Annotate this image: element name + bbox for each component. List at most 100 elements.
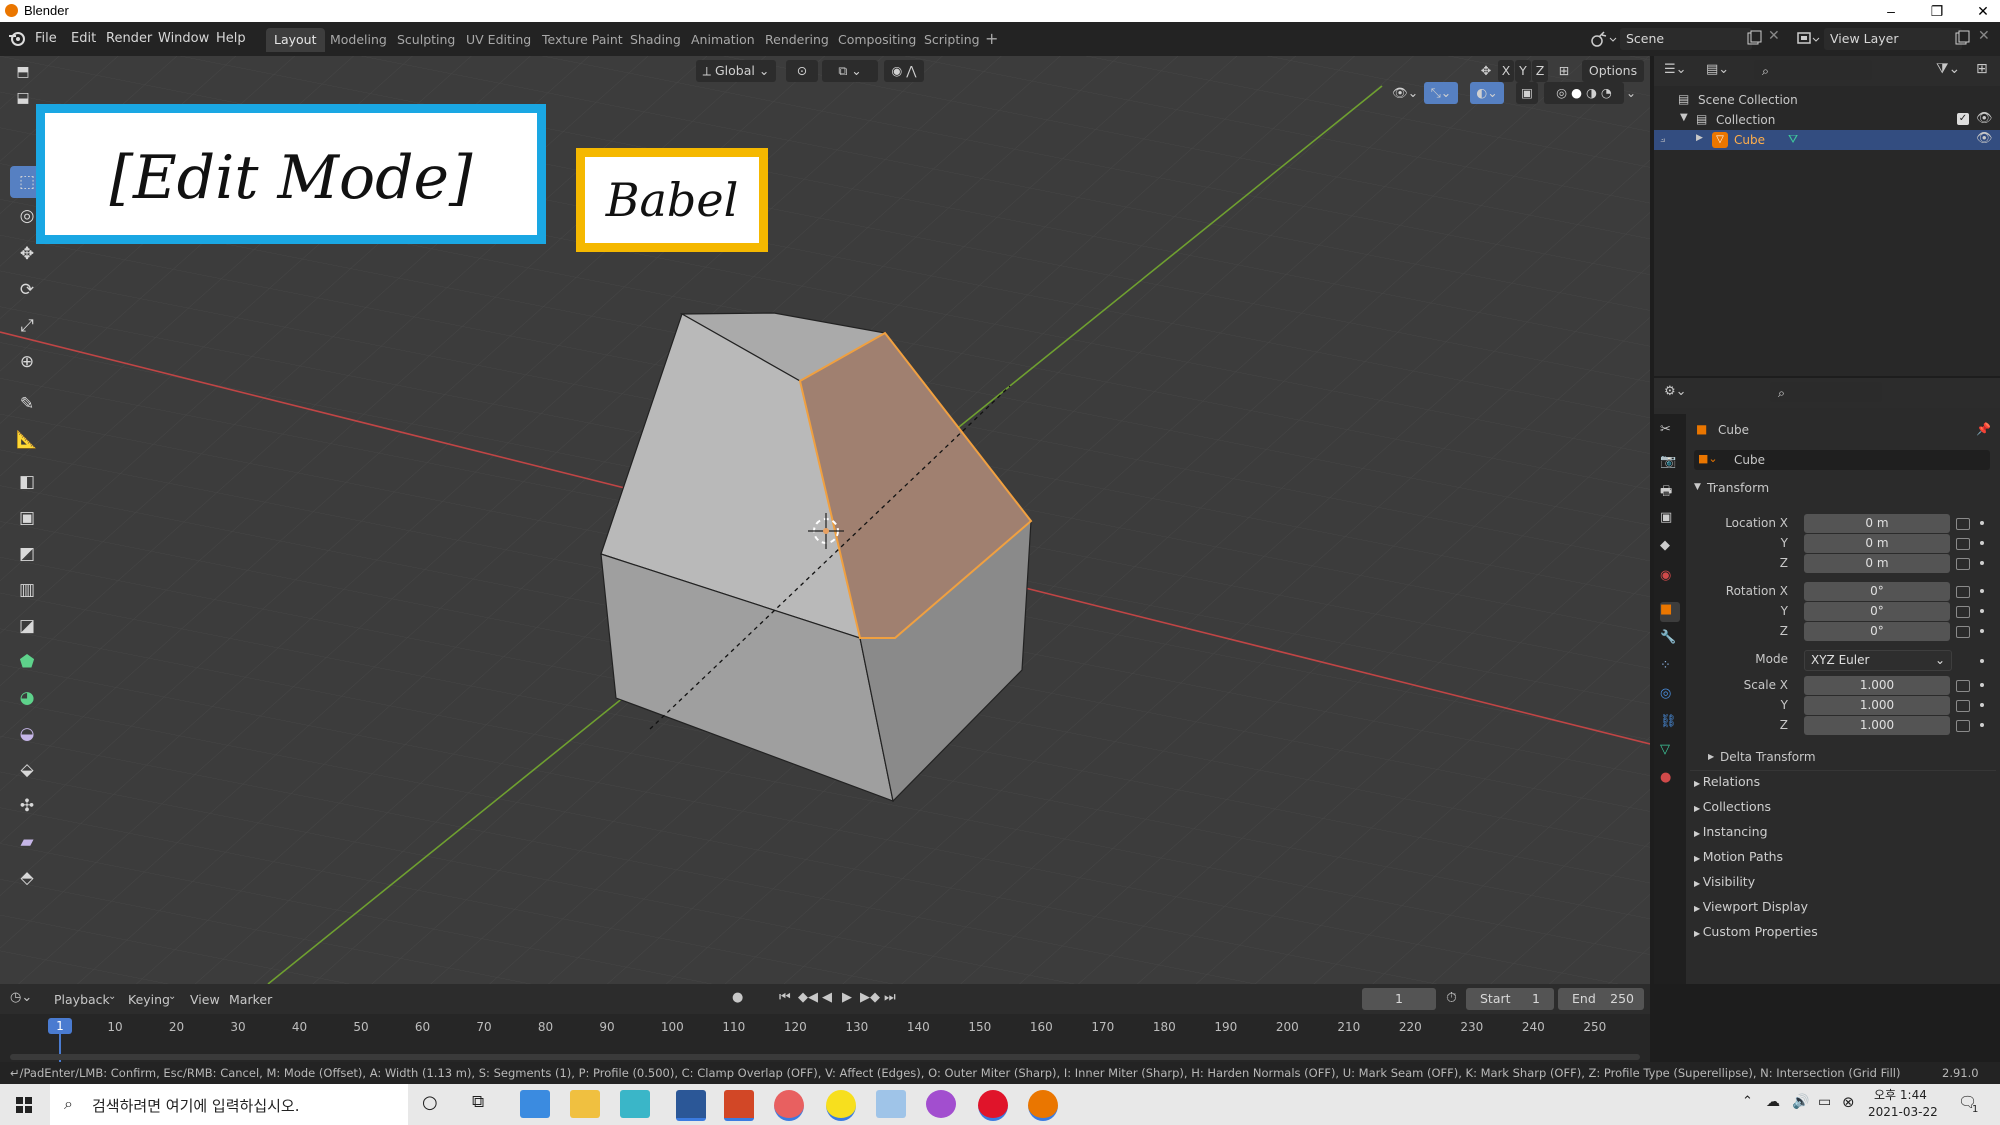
annotate-icon[interactable]: ✎ — [10, 388, 44, 420]
collections-section[interactable]: Collections — [1703, 799, 1771, 814]
view-layer-field[interactable]: View Layer — [1824, 28, 1962, 50]
lock-icon[interactable] — [1956, 700, 1970, 712]
relations-section[interactable]: Relations — [1703, 774, 1760, 789]
view-mode-icon[interactable]: ⬓ — [10, 86, 36, 110]
material-shading-icon[interactable]: ◑ — [1586, 85, 1597, 100]
keyframe-dot-icon[interactable] — [1980, 723, 1984, 727]
start-frame-field[interactable]: Start 1 — [1466, 988, 1554, 1010]
visibility-eye-icon[interactable]: 👁 — [1976, 111, 1993, 126]
file-explorer-app-icon[interactable] — [570, 1090, 600, 1118]
object-datablock-field[interactable]: ■⌄ Cube — [1694, 450, 1990, 470]
scale-icon[interactable]: ⤢ — [10, 310, 44, 342]
display-icon[interactable]: ▭ — [1818, 1094, 1831, 1110]
lock-icon[interactable] — [1956, 626, 1970, 638]
tab-modeling[interactable]: Modeling — [322, 28, 395, 52]
exclude-checkbox[interactable]: ✓ — [1957, 113, 1969, 125]
visibility-section[interactable]: Visibility — [1703, 874, 1755, 889]
volume-icon[interactable]: 🔊 — [1792, 1094, 1809, 1110]
outliner-row-cube[interactable]: ⟓ ▶ ▽ Cube ⛛ 👁 — [1654, 130, 2000, 150]
expand-icon[interactable]: ▶ — [1694, 779, 1703, 788]
mode-select-icon[interactable]: ⬒ — [10, 60, 36, 84]
transform-icon[interactable]: ⊕ — [10, 346, 44, 378]
scale-x-field[interactable]: 1.000 — [1804, 676, 1950, 695]
visibility-icon[interactable]: 👁⌄ — [1390, 82, 1420, 104]
outliner-row-collection[interactable]: ▼ ▤ Collection ✓ 👁 — [1654, 110, 2000, 130]
ime-icon[interactable]: ⊗ — [1842, 1093, 1855, 1111]
timeline-scrollbar[interactable] — [10, 1054, 1640, 1060]
play-icon[interactable]: ▶ — [842, 990, 852, 1005]
current-frame-field[interactable]: 1 — [1362, 988, 1436, 1010]
filter-icon[interactable]: ⧩⌄ — [1936, 61, 1960, 77]
jump-end-icon[interactable]: ⏭ — [884, 990, 896, 1005]
taskbar-search-box[interactable]: ⌕ 검색하려면 여기에 입력하십시오. — [50, 1084, 408, 1125]
gizmo-toggle-icon[interactable]: ✥ — [1476, 60, 1496, 82]
expand-icon[interactable]: ▶ — [1694, 929, 1703, 938]
record-icon[interactable]: ● — [732, 990, 743, 1005]
tray-overflow-icon[interactable]: ⌃ — [1742, 1094, 1753, 1109]
location-y-field[interactable]: 0 m — [1804, 534, 1950, 553]
rip-icon[interactable]: ⬘ — [10, 862, 44, 894]
timeline-editor-icon[interactable]: ◷⌄ — [10, 990, 32, 1005]
options-dropdown[interactable]: Options ⌄ — [1582, 60, 1644, 100]
rotation-x-field[interactable]: 0° — [1804, 582, 1950, 601]
opera-app-icon[interactable] — [978, 1090, 1008, 1121]
shrink-icon[interactable]: ✣ — [10, 790, 44, 822]
keyframe-dot-icon[interactable] — [1980, 629, 1984, 633]
playback-menu[interactable]: Playback — [54, 992, 110, 1007]
particles-tab-icon[interactable]: ⁘ — [1660, 658, 1680, 678]
lock-icon[interactable] — [1956, 680, 1970, 692]
properties-search-input[interactable]: ⌕ — [1770, 382, 1882, 402]
properties-editor-icon[interactable]: ⚙⌄ — [1664, 384, 1687, 399]
add-workspace-icon[interactable]: + — [985, 29, 998, 48]
scene-name-field[interactable]: Scene — [1620, 28, 1752, 50]
data-tab-icon[interactable]: ▽ — [1660, 742, 1680, 762]
scene-tab-icon[interactable]: ◆ — [1660, 538, 1680, 558]
task-view-icon[interactable]: ⧉ — [472, 1092, 484, 1112]
end-frame-field[interactable]: End 250 — [1558, 988, 1644, 1010]
prev-keyframe-icon[interactable]: ◆◀ — [798, 990, 818, 1005]
powerpoint-app-icon[interactable] — [724, 1090, 754, 1121]
transform-section-title[interactable]: Transform — [1707, 480, 1769, 495]
object-tab-icon[interactable]: ■ — [1660, 602, 1680, 622]
scene-selector-icon[interactable] — [1590, 30, 1618, 48]
wireframe-shading-icon[interactable]: ◎ — [1556, 85, 1567, 100]
expand-icon[interactable]: ▶ — [1694, 804, 1703, 813]
constraints-tab-icon[interactable]: ⛓ — [1660, 714, 1680, 734]
delta-expand-icon[interactable]: ▶ — [1708, 752, 1714, 761]
instancing-section[interactable]: Instancing — [1703, 824, 1768, 839]
modifiers-tab-icon[interactable]: 🔧 — [1660, 630, 1680, 650]
new-scene-icon[interactable] — [1746, 30, 1762, 46]
rendered-shading-icon[interactable]: ◔ — [1601, 85, 1612, 100]
3d-viewport[interactable]: ⟂ Global ⌄ ⊙ ⧉ ⌄ ◉ ⋀ ✥ X Y Z ⊞ Options ⌄… — [0, 56, 1650, 984]
tab-texture-paint[interactable]: Texture Paint — [534, 28, 631, 52]
expand-icon[interactable]: ▶ — [1694, 879, 1703, 888]
tab-scripting[interactable]: Scripting — [916, 28, 988, 52]
edit-mode-toggle-icon[interactable]: ⟓ — [1660, 132, 1665, 146]
auto-merge-icon[interactable]: ⊞ — [1554, 60, 1574, 82]
location-x-field[interactable]: 0 m — [1804, 514, 1950, 533]
tab-shading[interactable]: Shading — [622, 28, 689, 52]
mirror-x-button[interactable]: X — [1498, 60, 1514, 82]
menu-render[interactable]: Render — [106, 31, 152, 46]
keyframe-dot-icon[interactable] — [1980, 589, 1984, 593]
outliner-row-scene-collection[interactable]: ▤ Scene Collection — [1654, 90, 2000, 110]
menu-file[interactable]: File — [35, 31, 57, 46]
clock-time[interactable]: 오후 1:44 — [1874, 1086, 1927, 1103]
shading-modes[interactable]: ◎ ● ◑ ◔ — [1544, 82, 1624, 104]
overlays-icon[interactable]: ◐⌄ — [1470, 82, 1504, 104]
solid-shading-icon[interactable]: ● — [1571, 85, 1582, 100]
mirror-y-button[interactable]: Y — [1515, 60, 1531, 82]
notepad-app-icon[interactable] — [620, 1090, 650, 1118]
menu-window[interactable]: Window — [158, 31, 209, 46]
pin-icon[interactable]: 📌 — [1976, 422, 1991, 436]
rotation-mode-dropdown[interactable]: XYZ Euler ⌄ — [1804, 650, 1952, 671]
output-tab-icon[interactable]: 🖶 — [1660, 482, 1680, 502]
display-mode-icon[interactable]: ▤⌄ — [1706, 62, 1729, 77]
next-keyframe-icon[interactable]: ▶◆ — [860, 990, 880, 1005]
delete-scene-icon[interactable]: ✕ — [1768, 28, 1780, 44]
poly-build-icon[interactable]: ⬟ — [10, 646, 44, 678]
lock-icon[interactable] — [1956, 606, 1970, 618]
view-layer-icon[interactable] — [1796, 30, 1822, 48]
firefox-app-icon[interactable] — [926, 1090, 956, 1118]
clock-date[interactable]: 2021-03-22 — [1868, 1105, 1938, 1119]
